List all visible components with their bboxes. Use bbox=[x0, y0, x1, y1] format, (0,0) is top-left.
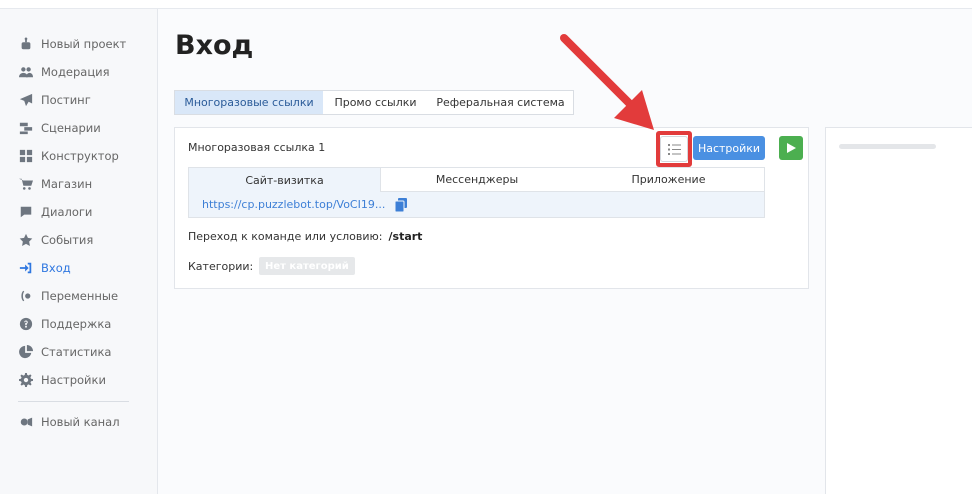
paper-plane-icon bbox=[18, 93, 34, 107]
tab-referral-system[interactable]: Реферальная система bbox=[428, 91, 573, 114]
channel-icon bbox=[18, 415, 34, 429]
placeholder-bar bbox=[839, 144, 936, 149]
tab-reusable-links[interactable]: Многоразовые ссылки bbox=[175, 91, 323, 114]
sidebar-item-new-channel[interactable]: Новый канал bbox=[18, 412, 120, 432]
sidebar-item-constructor[interactable]: Конструктор bbox=[18, 146, 119, 166]
tab-app[interactable]: Приложение bbox=[573, 168, 764, 191]
sidebar-item-events[interactable]: События bbox=[18, 230, 93, 250]
sign-in-icon bbox=[18, 261, 34, 275]
transition-command: /start bbox=[388, 230, 423, 243]
sidebar-item-shop[interactable]: Магазин bbox=[18, 174, 92, 194]
scenario-icon bbox=[18, 121, 34, 135]
sidebar-item-dialogs[interactable]: Диалоги bbox=[18, 202, 92, 222]
sidebar-item-label: Модерация bbox=[41, 65, 110, 79]
transition-info: Переход к команде или условию: /start bbox=[188, 230, 422, 243]
categories-label: Категории: bbox=[188, 260, 254, 273]
grid-icon bbox=[18, 149, 34, 163]
sidebar-item-moderation[interactable]: Модерация bbox=[18, 62, 110, 82]
sidebar-item-label: Магазин bbox=[41, 177, 93, 191]
bot-icon bbox=[18, 37, 34, 51]
right-panel bbox=[825, 127, 972, 494]
tab-promo-links[interactable]: Промо ссылки bbox=[323, 91, 428, 114]
sidebar-item-label: Поддержка bbox=[41, 317, 112, 331]
list-icon bbox=[667, 143, 681, 155]
sidebar-item-settings[interactable]: Настройки bbox=[18, 370, 106, 390]
top-bar bbox=[0, 0, 972, 9]
sidebar-item-label: Диалоги bbox=[41, 205, 93, 219]
play-button[interactable] bbox=[779, 136, 803, 160]
copy-icon[interactable] bbox=[394, 197, 408, 213]
sidebar-item-label: События bbox=[41, 233, 94, 247]
annotation-arrow-icon bbox=[560, 34, 654, 130]
sidebar-item-label: Постинг bbox=[41, 93, 91, 107]
link-url[interactable]: https://cp.puzzlebot.top/VoCI19... bbox=[202, 198, 385, 211]
transition-label: Переход к команде или условию: bbox=[188, 230, 383, 243]
sidebar-item-variables[interactable]: Переменные bbox=[18, 286, 118, 306]
sidebar-divider bbox=[18, 401, 129, 402]
star-icon bbox=[18, 233, 34, 247]
sidebar-item-support[interactable]: Поддержка bbox=[18, 314, 111, 334]
tab-messengers[interactable]: Мессенджеры bbox=[381, 168, 573, 191]
play-icon bbox=[787, 143, 796, 153]
sidebar-item-login[interactable]: Вход bbox=[18, 258, 71, 278]
sidebar-item-label: Статистика bbox=[41, 345, 112, 359]
tab-business-card[interactable]: Сайт-визитка bbox=[189, 168, 381, 192]
gear-icon bbox=[18, 373, 34, 387]
sidebar-item-scenarios[interactable]: Сценарии bbox=[18, 118, 101, 138]
variable-icon bbox=[18, 289, 34, 303]
sidebar-item-label: Новый канал bbox=[41, 415, 120, 429]
sidebar: Новый проект Модерация Постинг Сценарии … bbox=[0, 9, 158, 494]
categories-badge: Нет категорий bbox=[259, 257, 355, 275]
section-tabs: Многоразовые ссылки Промо ссылки Реферал… bbox=[174, 90, 574, 115]
pie-chart-icon bbox=[18, 345, 34, 359]
sidebar-item-label: Новый проект bbox=[41, 37, 127, 51]
page-title: Вход bbox=[175, 30, 254, 61]
help-icon bbox=[18, 317, 34, 331]
sidebar-item-label: Сценарии bbox=[41, 121, 101, 135]
sidebar-item-label: Вход bbox=[41, 261, 71, 275]
link-name: Многоразовая ссылка 1 bbox=[188, 141, 326, 154]
settings-button[interactable]: Настройки bbox=[693, 136, 765, 160]
chat-icon bbox=[18, 205, 34, 219]
list-button[interactable] bbox=[660, 136, 688, 162]
sidebar-item-new-project[interactable]: Новый проект bbox=[18, 34, 126, 54]
sidebar-item-statistics[interactable]: Статистика bbox=[18, 342, 111, 362]
sidebar-item-label: Переменные bbox=[41, 289, 119, 303]
users-icon bbox=[18, 65, 34, 79]
link-card: Многоразовая ссылка 1 Настройки Сайт-виз… bbox=[174, 127, 809, 289]
link-panel: Сайт-визитка Мессенджеры Приложение http… bbox=[188, 167, 765, 218]
cart-icon bbox=[18, 177, 34, 191]
sidebar-item-posting[interactable]: Постинг bbox=[18, 90, 91, 110]
sidebar-item-label: Конструктор bbox=[41, 149, 119, 163]
link-type-tabs: Сайт-визитка Мессенджеры Приложение bbox=[189, 168, 764, 192]
sidebar-item-label: Настройки bbox=[41, 373, 106, 387]
